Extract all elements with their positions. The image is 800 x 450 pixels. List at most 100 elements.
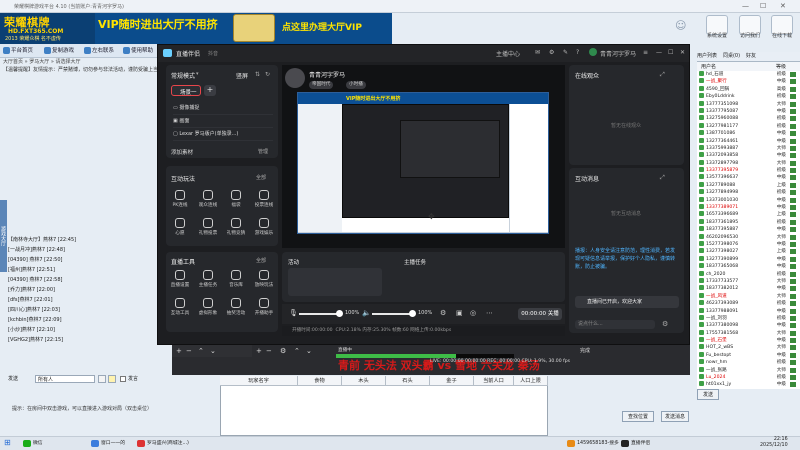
taskbar-app[interactable]: 直播伴侣 xyxy=(620,438,650,449)
user-row[interactable]: ch_2020 初级 xyxy=(697,270,800,278)
add-scene-button[interactable]: + xyxy=(204,85,216,96)
speaker-icon[interactable]: 🔈 xyxy=(362,309,371,317)
user-list[interactable]: hd_石道 初级 一战_聚行 中级 4590_回锅 高级 Eby0Lddrink 初级 1377… xyxy=(697,71,800,389)
mic-volume-handle[interactable] xyxy=(336,310,343,317)
remove-icon[interactable]: − xyxy=(186,347,192,355)
remove-icon[interactable]: − xyxy=(266,347,272,355)
user-row[interactable]: 13277364461 中级 xyxy=(697,137,800,145)
taskbar-app[interactable]: 微信 xyxy=(22,438,43,449)
user-row[interactable]: 18377395887 中级 xyxy=(697,226,800,233)
help-icon[interactable]: ? xyxy=(576,49,579,56)
speaker-volume-slider[interactable] xyxy=(372,313,412,315)
nav-contact[interactable]: 左右联系 xyxy=(83,46,114,56)
down-icon[interactable]: ⌄ xyxy=(210,347,216,355)
screenshot-icon[interactable]: ◎ xyxy=(470,309,476,317)
user-row[interactable]: 1387701086 中级 xyxy=(697,130,800,137)
expand-icon[interactable]: ⤢ xyxy=(660,71,665,79)
user-row[interactable]: 13375993887 大师 xyxy=(697,144,800,152)
expand-icon[interactable]: ⤢ xyxy=(660,174,665,182)
speaker-volume-handle[interactable] xyxy=(409,310,416,317)
user-row[interactable]: 13372897798 大师 xyxy=(697,159,800,167)
add-source-button[interactable]: 添加素材 xyxy=(171,148,193,156)
user-row[interactable]: 13377988091 中级 xyxy=(697,307,800,315)
chevron-down-icon[interactable]: ▾ xyxy=(196,71,199,77)
chat-target-select[interactable]: 所有人 xyxy=(35,375,95,383)
user-row[interactable]: 13377380098 中级 xyxy=(697,322,800,329)
swap-icon[interactable]: ⇅ xyxy=(255,71,260,78)
go-live-button[interactable]: 00:00:00 关播 xyxy=(518,308,562,320)
user-row[interactable]: 15277398076 中级 xyxy=(697,240,800,248)
user-row[interactable]: 17557381568 大师 xyxy=(697,329,800,337)
interact-item[interactable]: 心愿 xyxy=(166,218,194,236)
user-row[interactable]: hd_石道 初级 xyxy=(697,71,800,78)
user-row[interactable]: 17337733577 大师 xyxy=(697,277,800,285)
user-row[interactable]: 13277894998 初级 xyxy=(697,189,800,196)
speak-checkbox[interactable] xyxy=(120,376,126,382)
settings-icon[interactable]: ⚙ xyxy=(662,320,668,328)
interact-item[interactable]: 观众连线 xyxy=(194,190,222,208)
manage-sources-button[interactable]: 管理 xyxy=(258,148,268,155)
user-row[interactable]: 13777351098 大师 xyxy=(697,100,800,108)
tool-item[interactable]: 互动工具 xyxy=(166,298,194,316)
add-icon[interactable]: + xyxy=(256,347,262,355)
bold-icon[interactable] xyxy=(98,375,106,383)
user-row[interactable]: 13372093858 中级 xyxy=(697,152,800,159)
nav-help[interactable]: 使用帮助 xyxy=(122,46,153,56)
account-avatar[interactable] xyxy=(589,48,597,56)
send-button[interactable]: 发送 xyxy=(697,389,719,400)
user-row[interactable]: 4590_回锅 高级 xyxy=(697,85,800,93)
system-clock[interactable]: 22:16 2025/12/10 xyxy=(760,437,788,449)
host-center-link[interactable]: 主播中心 xyxy=(496,49,520,58)
interact-item[interactable]: 投票连线 xyxy=(250,190,278,208)
interact-item[interactable]: 福袋 xyxy=(222,190,250,208)
maximize-icon[interactable]: ☐ xyxy=(760,2,766,10)
finish-label[interactable]: 完成 xyxy=(580,347,590,354)
source-item[interactable]: ▭ 摄像捕捉 xyxy=(173,104,273,115)
user-row[interactable]: 一战_风道 大师 xyxy=(697,292,800,300)
interact-item[interactable]: 礼物竞猜 xyxy=(222,218,250,236)
nav-home[interactable]: 平台首页 xyxy=(2,46,33,56)
user-row[interactable]: 一战_张路 大师 xyxy=(697,366,800,374)
user-row[interactable]: 46237393089 初级 xyxy=(697,300,800,307)
interact-item[interactable]: 礼物投票 xyxy=(194,218,222,236)
close-icon[interactable]: ✕ xyxy=(680,49,685,56)
user-row[interactable]: ht01xx1_jy 中级 xyxy=(697,381,800,388)
settings-icon[interactable]: ⚙ xyxy=(549,49,554,56)
interact-item[interactable]: PK连线 xyxy=(166,190,194,208)
taskbar-app[interactable]: 罗马盛兴(商城注...) xyxy=(136,438,189,449)
tool-item[interactable]: 主播任务 xyxy=(194,270,222,288)
emoji-icon[interactable] xyxy=(108,375,116,383)
maximize-icon[interactable]: ☐ xyxy=(668,49,673,56)
user-row[interactable]: Eby0Lddrink 初级 xyxy=(697,93,800,100)
message-icon[interactable]: ✉ xyxy=(535,49,540,56)
game-tag[interactable]: 帝国时代 xyxy=(309,81,334,89)
tool-item[interactable]: 直播设置 xyxy=(166,270,194,288)
tab-friends[interactable]: 好友 xyxy=(746,53,756,59)
lobby-side-tab[interactable]: 游戏大厅 xyxy=(0,200,7,272)
user-row[interactable]: HOT_2_wBS 大师 xyxy=(697,344,800,351)
user-row[interactable]: 一战_刘羽 初级 xyxy=(697,314,800,322)
user-row[interactable]: 1327789088 上级 xyxy=(697,181,800,189)
user-row[interactable]: 一战_聚行 中级 xyxy=(697,78,800,85)
tab-users[interactable]: 用户列表 xyxy=(697,53,717,59)
banner-text-right[interactable]: 点这里办理大厅VIP xyxy=(282,20,362,33)
tool-item[interactable]: 开播助手 xyxy=(250,298,278,316)
scene-tab[interactable]: 场景一 xyxy=(171,85,201,96)
send-message-button[interactable]: 发送消息 xyxy=(661,411,689,422)
user-row[interactable]: 13577396637 中级 xyxy=(697,174,800,181)
more-icon[interactable]: ⋯ xyxy=(486,309,493,317)
find-seat-button[interactable]: 查找位置 xyxy=(622,411,654,422)
user-row[interactable]: 16573396689 上级 xyxy=(697,211,800,218)
user-row[interactable]: 13277390899 中级 xyxy=(697,255,800,263)
up-icon[interactable]: ⌃ xyxy=(294,347,300,355)
account-name[interactable]: 青青河字罗马 xyxy=(600,49,636,58)
minimize-icon[interactable]: — xyxy=(742,2,749,10)
minimize-icon[interactable]: — xyxy=(656,49,662,56)
user-row[interactable]: 13377795087 中级 xyxy=(697,107,800,115)
settings-icon[interactable]: ⚙ xyxy=(280,347,286,355)
tool-item[interactable]: 音乐库 xyxy=(222,270,250,288)
source-item[interactable]: ▢ Lexar 罗马版户(单独录...) xyxy=(173,130,273,141)
layout-select[interactable]: 竖屏 xyxy=(236,71,248,80)
user-row[interactable]: 一战_石堡 中级 xyxy=(697,337,800,344)
taskbar-app[interactable]: 窗口一一的 xyxy=(90,438,125,449)
